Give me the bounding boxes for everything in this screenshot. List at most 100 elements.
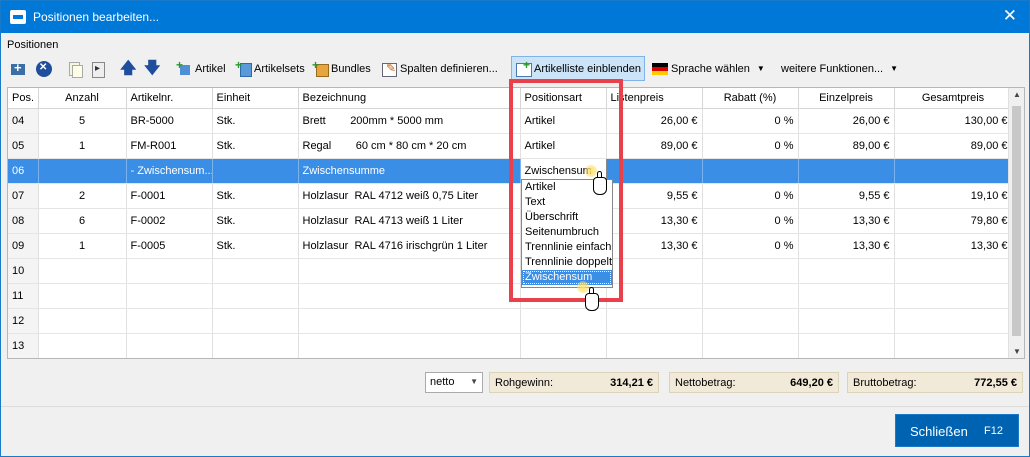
cell-empty[interactable]: [894, 258, 1013, 284]
cell-empty[interactable]: [702, 333, 799, 358]
weitere-button[interactable]: weitere Funktionen... ▼: [778, 56, 901, 81]
add-position-button[interactable]: [7, 56, 29, 81]
table-row-empty[interactable]: 12: [8, 308, 1013, 334]
cell-artikelnr[interactable]: BR-5000: [126, 108, 213, 134]
cell-empty[interactable]: [894, 333, 1013, 358]
cell-einzelpreis[interactable]: 13,30 €: [798, 208, 895, 234]
cell-rabatt[interactable]: 0 %: [702, 208, 799, 234]
cell-rabatt[interactable]: [702, 158, 799, 184]
artikelliste-button[interactable]: Artikelliste einblenden: [511, 56, 646, 81]
cell-einheit[interactable]: Stk.: [212, 108, 299, 134]
cell-einzelpreis[interactable]: [798, 158, 895, 184]
cell-empty[interactable]: [126, 258, 213, 284]
cell-anzahl[interactable]: [38, 158, 127, 184]
col-header-pos[interactable]: Pos.: [8, 88, 39, 109]
paste-button[interactable]: [87, 56, 109, 81]
cell-empty[interactable]: [38, 258, 127, 284]
cell-empty[interactable]: [126, 333, 213, 358]
cell-empty[interactable]: [38, 333, 127, 358]
cell-empty[interactable]: [798, 333, 895, 358]
delete-position-button[interactable]: [33, 56, 55, 81]
cell-empty[interactable]: [38, 308, 127, 334]
col-header-bezeichnung[interactable]: Bezeichnung: [298, 88, 521, 109]
cell-empty[interactable]: [606, 308, 703, 334]
bundles-button[interactable]: Bundles: [309, 56, 374, 81]
cell-bezeichnung[interactable]: Holzlasur RAL 4716 irischgrün 1 Liter: [298, 233, 521, 259]
cell-empty[interactable]: [520, 333, 607, 358]
cell-empty[interactable]: [702, 283, 799, 309]
cell-einzelpreis[interactable]: 13,30 €: [798, 233, 895, 259]
cell-einheit[interactable]: Stk.: [212, 133, 299, 159]
col-header-rabatt[interactable]: Rabatt (%): [702, 88, 799, 109]
artikel-button[interactable]: Artikel: [173, 56, 229, 81]
cell-artikelnr[interactable]: F-0005: [126, 233, 213, 259]
cell-empty[interactable]: [606, 333, 703, 358]
cell-einheit[interactable]: Stk.: [212, 183, 299, 209]
scroll-thumb[interactable]: [1012, 106, 1021, 336]
cell-artikelnr[interactable]: - Zwischensum...: [126, 158, 213, 184]
cell-empty[interactable]: [126, 308, 213, 334]
cell-artikelnr[interactable]: F-0002: [126, 208, 213, 234]
cell-bezeichnung[interactable]: Regal 60 cm * 80 cm * 20 cm: [298, 133, 521, 159]
close-button[interactable]: Schließen F12: [895, 414, 1019, 447]
cell-empty[interactable]: [212, 283, 299, 309]
scroll-up-icon[interactable]: ▲: [1013, 90, 1021, 99]
cell-empty[interactable]: [298, 283, 521, 309]
move-down-button[interactable]: 🡇: [141, 56, 163, 81]
cell-anzahl[interactable]: 5: [38, 108, 127, 134]
cell-empty[interactable]: [702, 308, 799, 334]
sprache-button[interactable]: Sprache wählen ▼: [649, 56, 768, 81]
cell-bezeichnung[interactable]: Holzlasur RAL 4712 weiß 0,75 Liter: [298, 183, 521, 209]
col-header-anzahl[interactable]: Anzahl: [38, 88, 127, 109]
vertical-scrollbar[interactable]: ▲ ▼: [1008, 88, 1024, 358]
add-bundle-icon: [312, 58, 329, 77]
table-row-empty[interactable]: 13: [8, 333, 1013, 358]
cell-anzahl[interactable]: 2: [38, 183, 127, 209]
cell-rabatt[interactable]: 0 %: [702, 108, 799, 134]
cell-empty[interactable]: [894, 283, 1013, 309]
cell-rabatt[interactable]: 0 %: [702, 183, 799, 209]
cell-bezeichnung[interactable]: Brett 200mm * 5000 mm: [298, 108, 521, 134]
close-icon[interactable]: ✕: [1003, 6, 1017, 26]
cell-einzelpreis[interactable]: 26,00 €: [798, 108, 895, 134]
cell-empty[interactable]: [894, 308, 1013, 334]
artikelsets-button[interactable]: Artikelsets: [232, 56, 308, 81]
cell-empty[interactable]: [38, 283, 127, 309]
price-mode-select[interactable]: netto ▼: [425, 372, 483, 393]
cell-artikelnr[interactable]: F-0001: [126, 183, 213, 209]
cell-empty[interactable]: [298, 333, 521, 358]
bruttobetrag-field: Bruttobetrag: 772,55 €: [847, 372, 1023, 393]
cell-empty[interactable]: [126, 283, 213, 309]
col-header-einzelpreis[interactable]: Einzelpreis: [798, 88, 895, 109]
spalten-button[interactable]: Spalten definieren...: [378, 56, 501, 81]
cell-empty[interactable]: [702, 258, 799, 284]
cell-einheit[interactable]: Stk.: [212, 233, 299, 259]
rohgewinn-field: Rohgewinn: 314,21 €: [489, 372, 659, 393]
copy-button[interactable]: [63, 56, 85, 81]
cell-empty[interactable]: [798, 308, 895, 334]
scroll-down-icon[interactable]: ▼: [1013, 347, 1021, 356]
col-header-artikelnr[interactable]: Artikelnr.: [126, 88, 213, 109]
cell-bezeichnung[interactable]: Zwischensumme: [298, 158, 521, 184]
cell-einzelpreis[interactable]: 89,00 €: [798, 133, 895, 159]
cell-einzelpreis[interactable]: 9,55 €: [798, 183, 895, 209]
cell-anzahl[interactable]: 1: [38, 133, 127, 159]
cell-empty[interactable]: [212, 308, 299, 334]
col-header-einheit[interactable]: Einheit: [212, 88, 299, 109]
cell-bezeichnung[interactable]: Holzlasur RAL 4713 weiß 1 Liter: [298, 208, 521, 234]
cell-anzahl[interactable]: 1: [38, 233, 127, 259]
cell-empty[interactable]: [298, 258, 521, 284]
cell-empty[interactable]: [798, 283, 895, 309]
move-up-button[interactable]: 🡅: [117, 56, 139, 81]
cell-empty[interactable]: [212, 333, 299, 358]
cell-rabatt[interactable]: 0 %: [702, 233, 799, 259]
cell-empty[interactable]: [798, 258, 895, 284]
cell-artikelnr[interactable]: FM-R001: [126, 133, 213, 159]
col-header-gesamtpreis[interactable]: Gesamtpreis: [894, 88, 1013, 109]
cell-einheit[interactable]: [212, 158, 299, 184]
cell-rabatt[interactable]: 0 %: [702, 133, 799, 159]
cell-anzahl[interactable]: 6: [38, 208, 127, 234]
cell-empty[interactable]: [298, 308, 521, 334]
cell-empty[interactable]: [212, 258, 299, 284]
cell-einheit[interactable]: Stk.: [212, 208, 299, 234]
